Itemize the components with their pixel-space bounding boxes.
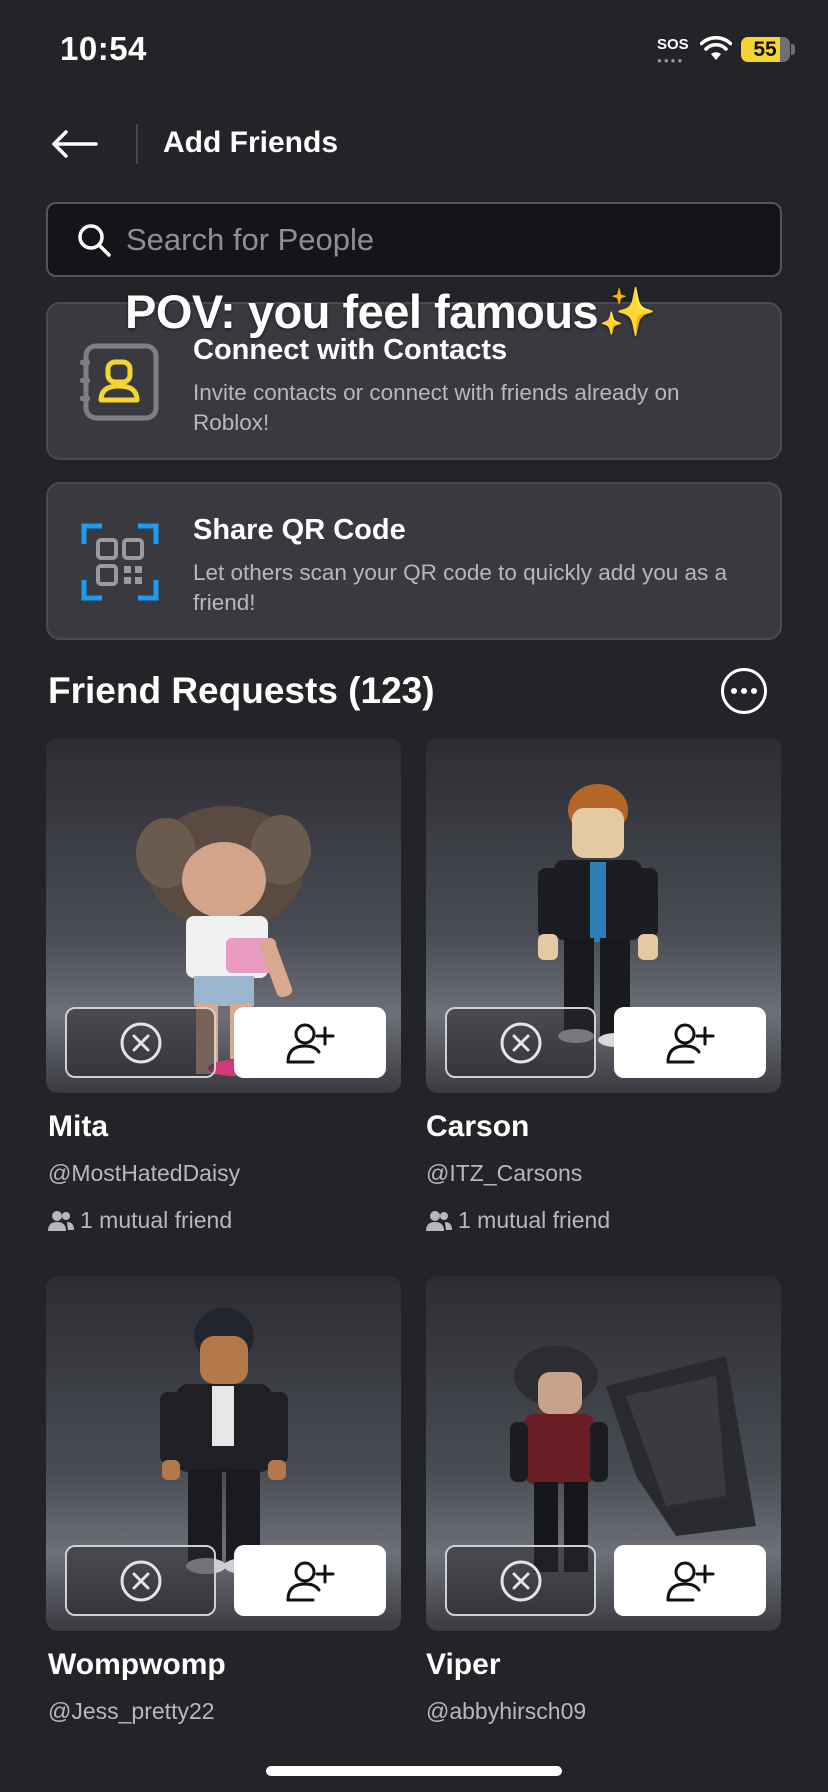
status-bar: 10:54 SOS ●●●● 55 xyxy=(0,0,828,100)
friend-name[interactable]: Carson xyxy=(426,1110,529,1144)
connect-contacts-description: Invite contacts or connect with friends … xyxy=(193,380,680,435)
friend-name[interactable]: Mita xyxy=(48,1110,108,1144)
mutual-friends-icon xyxy=(48,1210,74,1231)
friend-handle: @MostHatedDaisy xyxy=(48,1160,241,1186)
accept-button[interactable] xyxy=(234,1007,386,1078)
home-indicator[interactable] xyxy=(266,1766,562,1776)
wifi-icon xyxy=(700,36,732,60)
back-button[interactable] xyxy=(50,124,102,164)
friend-request-tile[interactable] xyxy=(46,738,401,1093)
status-time: 10:54 xyxy=(60,30,147,67)
mutual-friends-text: 1 mutual friend xyxy=(80,1207,233,1233)
overlay-caption: POV: you feel famous✨ xyxy=(125,284,657,340)
add-friend-icon xyxy=(666,1023,715,1063)
search-icon xyxy=(78,223,111,257)
signal-dots-icon: ●●●● xyxy=(657,56,685,65)
friend-handle: @Jess_pretty22 xyxy=(48,1698,215,1724)
friend-name[interactable]: Viper xyxy=(426,1648,501,1682)
friend-request-tile[interactable] xyxy=(426,738,781,1093)
mutual-friends-info: 1 mutual friend xyxy=(48,1207,232,1234)
contact-book-icon xyxy=(80,343,159,421)
qr-code-icon xyxy=(81,523,159,601)
accept-button[interactable] xyxy=(614,1007,766,1078)
page-title: Add Friends xyxy=(163,126,339,159)
battery-nub xyxy=(791,44,795,55)
decline-button[interactable] xyxy=(65,1007,216,1078)
decline-button[interactable] xyxy=(65,1545,216,1616)
add-friend-icon xyxy=(286,1561,335,1601)
friend-request-tile[interactable] xyxy=(426,1276,781,1631)
decline-button[interactable] xyxy=(445,1007,596,1078)
mutual-friends-info: 1 mutual friend xyxy=(426,1207,610,1234)
share-qr-card[interactable]: Share QR Code Let others scan your QR co… xyxy=(46,482,782,640)
friend-handle: @abbyhirsch09 xyxy=(426,1698,587,1724)
accept-button[interactable] xyxy=(614,1545,766,1616)
share-qr-title: Share QR Code xyxy=(193,514,406,546)
close-circle-icon xyxy=(500,1022,541,1063)
close-circle-icon xyxy=(120,1022,161,1063)
arrow-left-icon xyxy=(52,130,98,158)
accept-button[interactable] xyxy=(234,1545,386,1616)
more-options-button[interactable] xyxy=(721,668,767,714)
search-bar[interactable] xyxy=(46,202,782,277)
battery-empty-portion xyxy=(780,37,790,62)
friend-request-tile[interactable] xyxy=(46,1276,401,1631)
close-circle-icon xyxy=(120,1560,161,1601)
close-circle-icon xyxy=(500,1560,541,1601)
friend-name[interactable]: Wompwomp xyxy=(48,1648,226,1682)
friend-requests-title: Friend Requests (123) xyxy=(48,670,435,711)
overlay-caption-text: POV: you feel famous xyxy=(125,285,599,338)
mutual-friends-icon xyxy=(426,1210,452,1231)
add-friend-icon xyxy=(286,1023,335,1063)
decline-button[interactable] xyxy=(445,1545,596,1616)
add-friend-icon xyxy=(666,1561,715,1601)
friend-handle: @ITZ_Carsons xyxy=(426,1160,583,1186)
sos-indicator: SOS xyxy=(657,36,689,53)
more-options-icon xyxy=(731,688,737,694)
share-qr-description: Let others scan your QR code to quickly … xyxy=(193,560,728,615)
search-input[interactable] xyxy=(126,221,726,258)
mutual-friends-text: 1 mutual friend xyxy=(458,1207,611,1233)
sparkles-emoji: ✨ xyxy=(598,285,657,338)
header-divider xyxy=(136,124,138,164)
